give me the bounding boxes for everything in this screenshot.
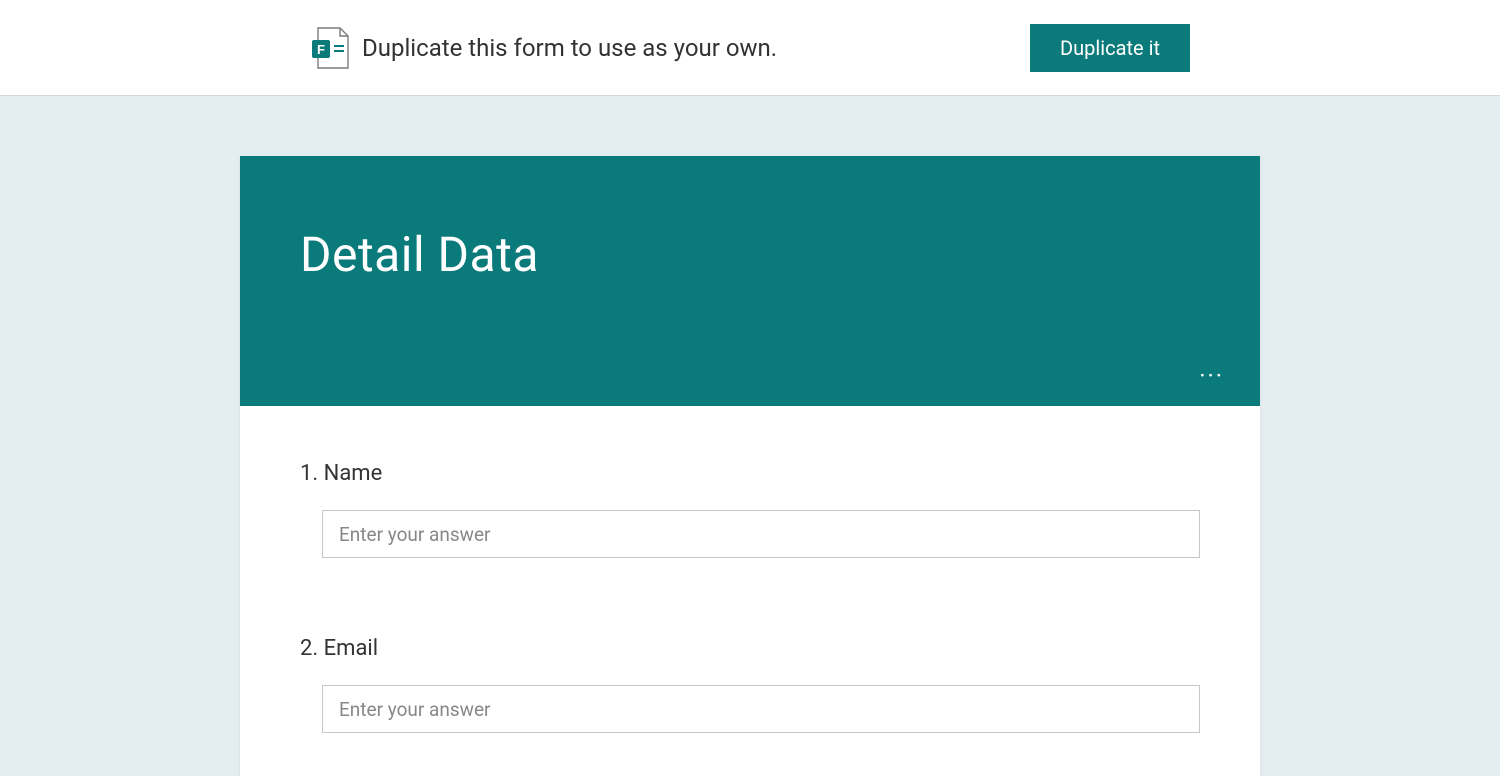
form-header: Detail Data ··· [240, 156, 1260, 406]
duplicate-button[interactable]: Duplicate it [1030, 24, 1190, 72]
form-body: 1. Name 2. Email [240, 406, 1260, 776]
topbar: F Duplicate this form to use as your own… [0, 0, 1500, 95]
email-input[interactable] [322, 685, 1200, 733]
form-title: Detail Data [300, 226, 1200, 283]
question-2-number: 2. [300, 636, 318, 661]
question-2-label: 2. Email [300, 636, 1200, 661]
question-1-text: Name [324, 461, 383, 486]
stage: Detail Data ··· 1. Name 2. Email [0, 95, 1500, 776]
topbar-left: F Duplicate this form to use as your own… [310, 26, 777, 70]
name-input[interactable] [322, 510, 1200, 558]
question-1: 1. Name [300, 461, 1200, 558]
question-1-label: 1. Name [300, 461, 1200, 486]
question-1-number: 1. [300, 461, 318, 486]
more-options-button[interactable]: ··· [1191, 356, 1232, 396]
forms-file-icon: F [310, 26, 352, 70]
more-icon: ··· [1199, 362, 1224, 390]
question-2: 2. Email [300, 636, 1200, 733]
question-2-text: Email [324, 636, 378, 661]
duplicate-prompt-text: Duplicate this form to use as your own. [362, 34, 777, 62]
svg-text:F: F [317, 42, 325, 57]
form-card: Detail Data ··· 1. Name 2. Email [240, 156, 1260, 776]
